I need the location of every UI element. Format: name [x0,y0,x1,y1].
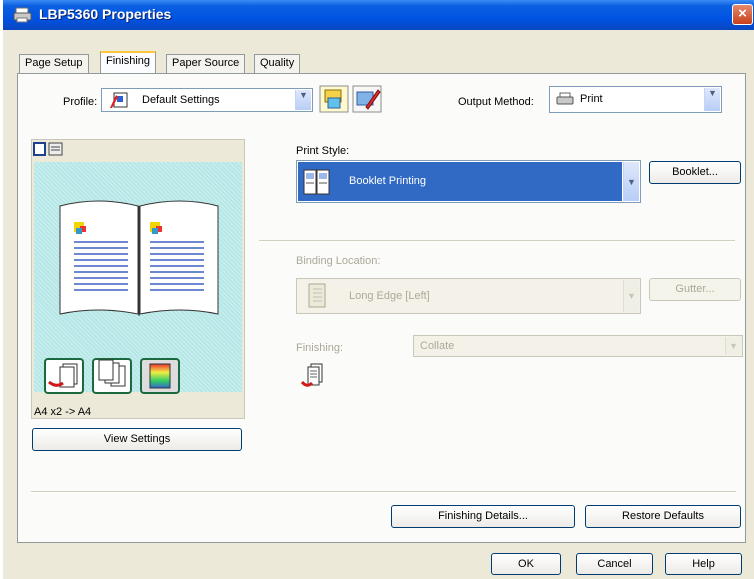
profile-label: Profile: [63,96,98,108]
finishing-value: Collate [420,340,455,352]
window-title: LBP5360 Properties [39,6,172,22]
gutter-button[interactable]: Gutter... [649,278,741,301]
preview-caption: A4 x2 -> A4 [34,406,92,418]
color-mode-icon[interactable] [140,358,180,394]
output-method-value: Print [580,93,603,105]
separator [259,240,735,242]
properties-window: LBP5360 Properties × Page Setup Finishin… [3,0,754,579]
tab-paper-source[interactable]: Paper Source [166,54,246,74]
booklet-preview-icon [59,200,219,316]
restore-defaults-button[interactable]: Restore Defaults [585,505,741,528]
collate-icon[interactable] [44,358,84,394]
preview-mode-icon[interactable] [32,140,72,158]
edit-profile-icon[interactable] [352,85,382,113]
cancel-button[interactable]: Cancel [576,553,653,575]
close-button[interactable]: × [732,4,753,25]
group-icon[interactable] [92,358,132,394]
profile-select[interactable]: Default Settings ▼ [101,88,313,112]
chevron-down-icon[interactable]: ▼ [623,280,639,312]
separator [31,491,736,493]
print-style-select[interactable]: Booklet Printing ▼ [296,160,641,203]
booklet-button[interactable]: Booklet... [649,161,741,184]
binding-location-label: Binding Location: [296,255,381,267]
binding-location-select[interactable]: Long Edge [Left] ▼ [296,278,641,314]
booklet-icon [303,169,330,195]
profile-value: Default Settings [142,94,220,106]
print-style-selection [298,162,622,201]
tab-quality[interactable]: Quality [254,54,301,74]
preview-frame: A4 x2 -> A4 [31,139,245,419]
view-settings-button[interactable]: View Settings [32,428,242,451]
printer-app-icon [13,7,32,23]
print-style-label: Print Style: [296,145,350,157]
tab-page-setup[interactable]: Page Setup [19,54,89,74]
profile-icon [110,92,128,108]
output-method-select[interactable]: Print ▼ [549,86,722,113]
print-style-value: Booklet Printing [349,175,427,187]
binding-location-value: Long Edge [Left] [349,290,430,302]
title-bar[interactable]: LBP5360 Properties × [3,0,754,30]
collate-finishing-icon [301,363,323,387]
chevron-down-icon[interactable]: ▼ [295,90,311,110]
output-method-label: Output Method: [458,96,534,108]
chevron-down-icon[interactable]: ▼ [725,337,741,355]
chevron-down-icon[interactable]: ▼ [623,162,639,201]
help-button[interactable]: Help [665,553,742,575]
chevron-down-icon[interactable]: ▼ [704,88,720,111]
printer-icon [556,92,574,105]
finishing-select[interactable]: Collate ▼ [413,335,743,357]
finishing-details-button[interactable]: Finishing Details... [391,505,575,528]
finishing-label: Finishing: [296,342,344,354]
preview-canvas [34,162,242,394]
ok-button[interactable]: OK [491,553,561,575]
binding-long-edge-icon [308,283,326,308]
add-profile-icon[interactable] [319,85,349,113]
tab-finishing[interactable]: Finishing [100,51,157,74]
